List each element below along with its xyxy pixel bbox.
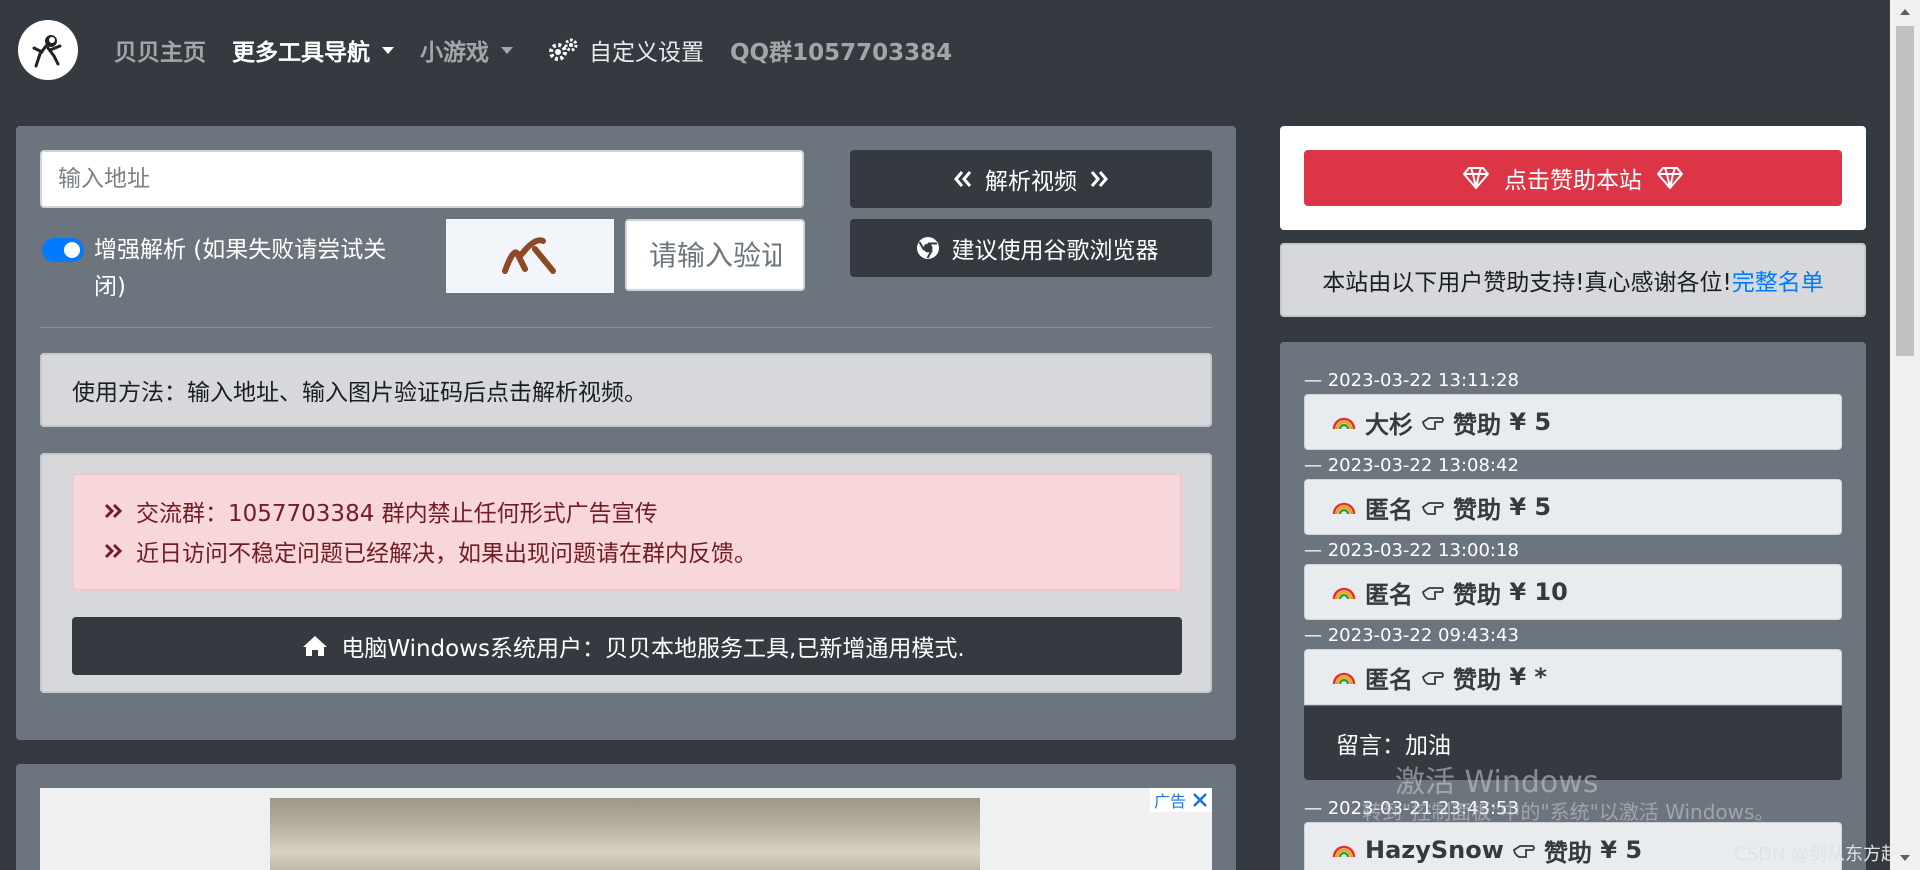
caret-down-icon	[382, 46, 394, 54]
chrome-recommend-button[interactable]: 建议使用谷歌浏览器	[850, 219, 1212, 277]
gem-icon	[1462, 166, 1490, 190]
astronaut-icon	[32, 35, 62, 68]
rainbow-icon	[1331, 584, 1357, 600]
donor-item: 匿名 赞助 ¥ *	[1304, 649, 1842, 705]
donor-item: 匿名 赞助 ¥ 10	[1304, 564, 1842, 620]
cogs-icon	[547, 37, 579, 63]
donor-timestamp: — 2023-03-22 09:43:43	[1304, 625, 1519, 646]
caret-down-icon	[501, 46, 513, 54]
sponsor-button[interactable]: 点击赞助本站	[1304, 150, 1842, 206]
rainbow-icon	[1331, 499, 1357, 515]
home-icon	[301, 634, 329, 658]
pointing-hand-icon	[1421, 582, 1445, 602]
windows-tool-button[interactable]: 电脑Windows系统用户：贝贝本地服务工具,已新增通用模式.	[72, 617, 1182, 675]
enhance-parse-label: 增强解析 (如果失败请尝试关闭)	[94, 237, 387, 300]
notice-box: 交流群：1057703384 群内禁止任何形式广告宣传 近日访问不稳定问题已经解…	[40, 453, 1212, 693]
ad-badge[interactable]: 广告	[1149, 788, 1212, 812]
rainbow-icon	[1331, 414, 1357, 430]
double-chevron-right-icon	[104, 503, 122, 519]
scrollbar-thumb[interactable]	[1896, 26, 1914, 356]
double-chevron-right-icon	[104, 543, 122, 559]
pointing-hand-icon	[1421, 497, 1445, 517]
ad-container: 广告	[40, 788, 1212, 870]
page-scrollbar[interactable]	[1890, 0, 1920, 870]
windows-activation-subtitle: 转到"控制面板"中的"系统"以激活 Windows。	[1362, 800, 1775, 824]
windows-activation-title: 激活 Windows	[1395, 765, 1599, 800]
double-chevron-left-icon	[953, 170, 973, 188]
gem-icon	[1656, 166, 1684, 190]
donor-timestamp: — 2023-03-22 13:00:18	[1304, 540, 1519, 561]
donor-item: 匿名 赞助 ¥ 5	[1304, 479, 1842, 535]
nav-games-dropdown[interactable]: 小游戏	[420, 33, 513, 67]
pointing-hand-icon	[1421, 667, 1445, 687]
divider	[40, 327, 1212, 328]
donor-item: 大杉 赞助 ¥ 5	[1304, 394, 1842, 450]
announcement-item: 近日访问不稳定问题已经解决，如果出现问题请在群内反馈。	[104, 531, 1150, 571]
sponsor-thanks: 本站由以下用户赞助支持!真心感谢各位! 完整名单	[1280, 243, 1866, 317]
sponsor-card: 点击赞助本站	[1280, 126, 1866, 230]
csdn-watermark: CSDN @剑从东方起	[1734, 844, 1900, 865]
site-logo[interactable]	[18, 20, 78, 80]
donor-timestamp: — 2023-03-22 13:08:42	[1304, 455, 1519, 476]
donor-timestamp: — 2023-03-22 13:11:28	[1304, 370, 1519, 391]
captcha-image[interactable]	[446, 219, 614, 293]
ad-image[interactable]	[270, 798, 980, 870]
top-navbar: 贝贝主页 更多工具导航 小游戏 自定义设置 QQ群1057703384	[0, 0, 1890, 100]
announcement-item: 交流群：1057703384 群内禁止任何形式广告宣传	[104, 491, 1150, 531]
rainbow-icon	[1331, 842, 1357, 858]
pointing-hand-icon	[1512, 840, 1536, 860]
usage-instructions: 使用方法：输入地址、输入图片验证码后点击解析视频。	[40, 353, 1212, 427]
enhance-parse-toggle[interactable]	[42, 238, 84, 262]
ad-panel: 广告	[16, 764, 1236, 870]
rainbow-icon	[1331, 669, 1357, 685]
parse-video-button[interactable]: 解析视频	[850, 150, 1212, 208]
nav-qq-group[interactable]: QQ群1057703384	[730, 33, 952, 67]
nav-settings-link[interactable]: 自定义设置	[547, 33, 704, 67]
nav-more-tools-dropdown[interactable]: 更多工具导航	[232, 33, 394, 67]
pointing-hand-icon	[1421, 412, 1445, 432]
url-input[interactable]	[40, 150, 804, 208]
captcha-input[interactable]	[625, 219, 805, 291]
nav-home-link[interactable]: 贝贝主页	[114, 33, 206, 67]
close-icon[interactable]	[1192, 792, 1208, 808]
full-list-link[interactable]: 完整名单	[1732, 263, 1824, 297]
announcement-alert: 交流群：1057703384 群内禁止任何形式广告宣传 近日访问不稳定问题已经解…	[72, 473, 1182, 591]
parser-panel: 解析视频 增强解析 (如果失败请尝试关闭) 建议使用谷歌浏览器 使用方法：输入地…	[16, 126, 1236, 740]
double-chevron-right-icon	[1089, 170, 1109, 188]
scroll-down-arrow-icon[interactable]	[1890, 846, 1920, 870]
chrome-icon	[916, 236, 940, 260]
scroll-up-arrow-icon[interactable]	[1890, 0, 1920, 24]
